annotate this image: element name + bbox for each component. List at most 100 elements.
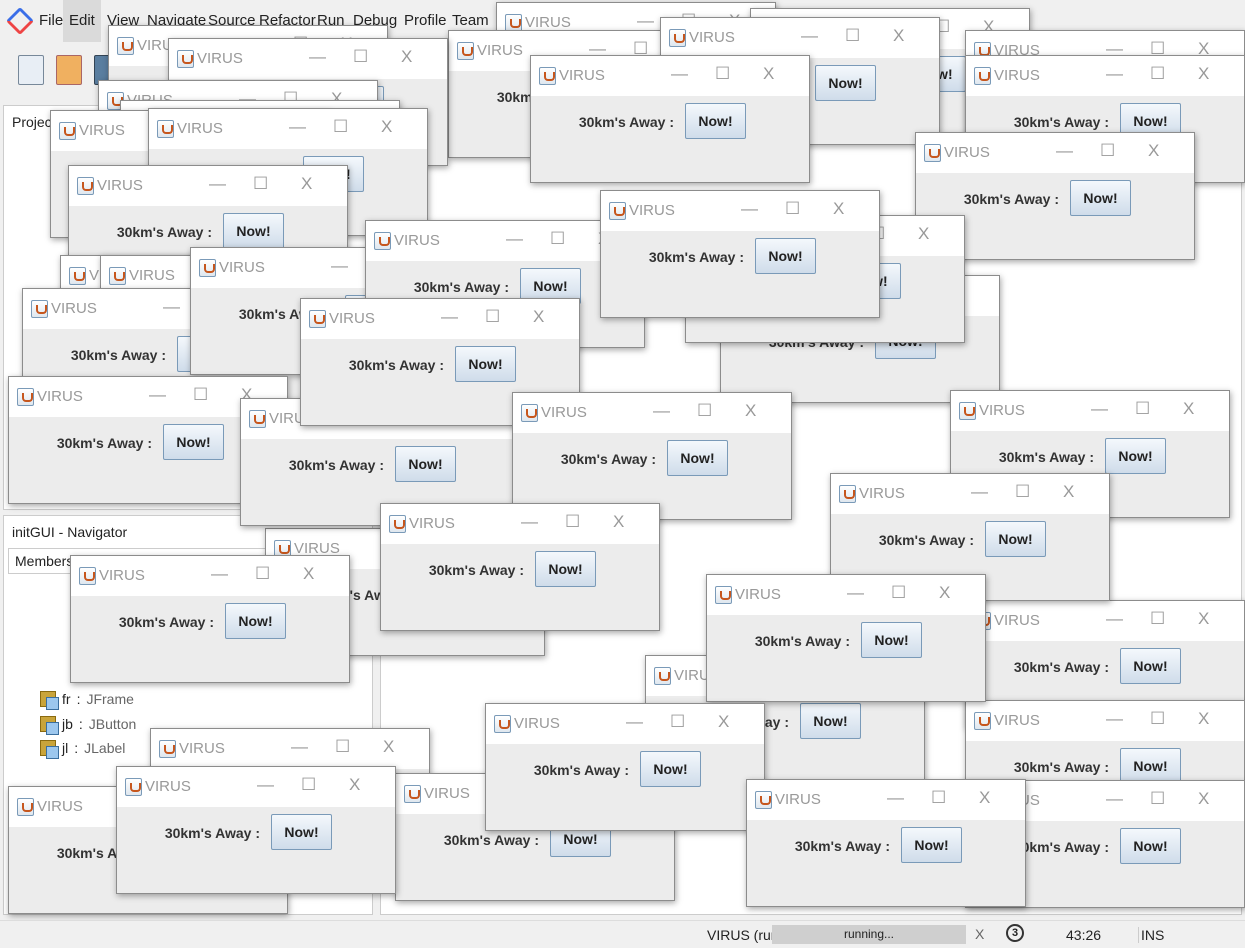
title-bar[interactable]: VIRUS — ☐ X [149,109,427,149]
title-bar[interactable]: VIRUS — ☐ X [951,391,1229,431]
now-button[interactable]: Now! [755,238,816,274]
now-button[interactable]: Now! [455,346,516,382]
maximize-button[interactable]: ☐ [485,307,500,327]
menu-profile[interactable]: Profile [398,0,453,42]
now-button[interactable]: Now! [667,440,728,476]
minimize-button[interactable]: — [637,11,654,31]
minimize-button[interactable]: — [626,712,643,732]
maximize-button[interactable]: ☐ [353,47,368,67]
now-button[interactable]: Now! [163,424,224,460]
close-button[interactable]: X [763,64,774,84]
minimize-button[interactable]: — [653,401,670,421]
minimize-button[interactable]: — [291,737,308,757]
now-button[interactable]: Now! [815,65,876,101]
close-button[interactable]: X [1183,399,1194,419]
minimize-button[interactable]: — [163,297,180,317]
maximize-button[interactable]: ☐ [255,564,270,584]
title-bar[interactable]: VIRUS — ☐ X [169,39,447,79]
member-jb[interactable]: jb: JButton [40,716,136,735]
minimize-button[interactable]: — [1106,789,1123,809]
minimize-button[interactable]: — [209,174,226,194]
close-button[interactable]: X [1198,789,1209,809]
title-bar[interactable]: VIRUS — ☐ X [966,56,1244,96]
now-button[interactable]: Now! [640,751,701,787]
close-button[interactable]: X [349,775,360,795]
cancel-task-button[interactable]: X [975,926,984,942]
now-button[interactable]: Now! [685,103,746,139]
title-bar[interactable]: VIRUS — ☐ X [916,133,1194,173]
now-button[interactable]: Now! [985,521,1046,557]
menu-edit[interactable]: Edit [63,0,101,42]
title-bar[interactable]: VIRUS — ☐ X [661,18,939,58]
minimize-button[interactable]: — [971,482,988,502]
minimize-button[interactable]: — [847,583,864,603]
minimize-button[interactable]: — [149,385,166,405]
maximize-button[interactable]: ☐ [253,174,268,194]
close-button[interactable]: X [613,512,624,532]
close-button[interactable]: X [533,307,544,327]
maximize-button[interactable]: ☐ [715,64,730,84]
minimize-button[interactable]: — [289,117,306,137]
title-bar[interactable]: VIRUS — ☐ X [601,191,879,231]
maximize-button[interactable]: ☐ [1150,789,1165,809]
title-bar[interactable]: VIRUS — ☐ X [71,556,349,596]
close-button[interactable]: X [718,712,729,732]
now-button[interactable]: Now! [223,213,284,249]
title-bar[interactable]: VIRUS — ☐ X [966,601,1244,641]
close-button[interactable]: X [745,401,756,421]
maximize-button[interactable]: ☐ [1150,709,1165,729]
member-jl[interactable]: jl: JLabel [40,740,125,759]
maximize-button[interactable]: ☐ [845,26,860,46]
title-bar[interactable]: VIRUS — ☐ X [966,701,1244,741]
close-button[interactable]: X [1198,609,1209,629]
title-bar[interactable]: VIRUS — ☐ X [117,767,395,807]
now-button[interactable]: Now! [1120,648,1181,684]
title-bar[interactable]: VIRUS — ☐ X [69,166,347,206]
close-button[interactable]: X [833,199,844,219]
maximize-button[interactable]: ☐ [697,401,712,421]
now-button[interactable]: Now! [901,827,962,863]
minimize-button[interactable]: — [521,512,538,532]
notifications-icon[interactable]: 3 [1006,924,1024,942]
minimize-button[interactable]: — [211,564,228,584]
minimize-button[interactable]: — [887,788,904,808]
new-project-icon[interactable] [56,55,82,85]
title-bar[interactable]: VIRUS — ☐ X [301,299,579,339]
minimize-button[interactable]: — [741,199,758,219]
minimize-button[interactable]: — [441,307,458,327]
minimize-button[interactable]: — [309,47,326,67]
close-button[interactable]: X [1148,141,1159,161]
close-button[interactable]: X [401,47,412,67]
now-button[interactable]: Now! [271,814,332,850]
close-button[interactable]: X [918,224,929,244]
maximize-button[interactable]: ☐ [785,199,800,219]
close-button[interactable]: X [301,174,312,194]
maximize-button[interactable]: ☐ [1135,399,1150,419]
minimize-button[interactable]: — [1106,709,1123,729]
now-button[interactable]: Now! [1105,438,1166,474]
close-button[interactable]: X [893,26,904,46]
now-button[interactable]: Now! [861,622,922,658]
close-button[interactable]: X [383,737,394,757]
close-button[interactable]: X [303,564,314,584]
close-button[interactable]: X [1063,482,1074,502]
now-button[interactable]: Now! [1070,180,1131,216]
close-button[interactable]: X [381,117,392,137]
title-bar[interactable]: VIRUS — ☐ X [831,474,1109,514]
minimize-button[interactable]: — [506,229,523,249]
minimize-button[interactable]: — [257,775,274,795]
now-button[interactable]: Now! [535,551,596,587]
minimize-button[interactable]: — [1091,399,1108,419]
now-button[interactable]: Now! [1120,828,1181,864]
close-button[interactable]: X [939,583,950,603]
minimize-button[interactable]: — [331,256,348,276]
maximize-button[interactable]: ☐ [335,737,350,757]
close-button[interactable]: X [1198,64,1209,84]
minimize-button[interactable]: — [1056,141,1073,161]
title-bar[interactable]: VIRUS — ☐ X [747,780,1025,820]
new-file-icon[interactable] [18,55,44,85]
title-bar[interactable]: VIRUS — ☐ X [151,729,429,769]
maximize-button[interactable]: ☐ [550,229,565,249]
maximize-button[interactable]: ☐ [333,117,348,137]
title-bar[interactable]: VIRUS — ☐ X [486,704,764,744]
